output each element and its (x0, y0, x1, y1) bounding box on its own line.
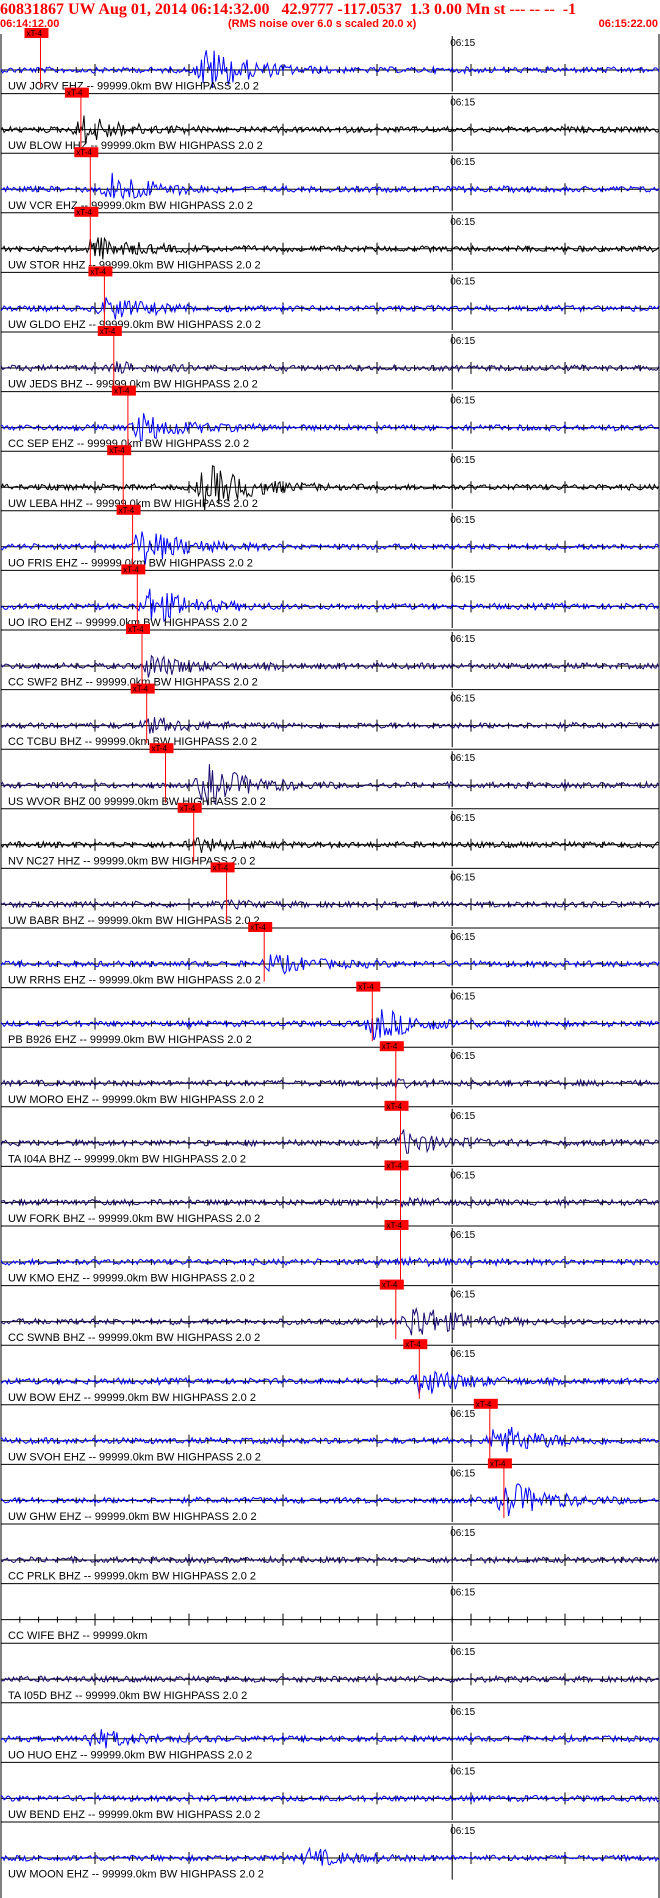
station-label: CC TCBU BHZ -- 99999.0km BW HIGHPASS 2.0… (8, 736, 257, 748)
station-label: UW BOW EHZ -- 99999.0km BW HIGHPASS 2.0 … (8, 1392, 256, 1404)
pick-label: xT-4 (476, 1400, 492, 1409)
minute-label: 06:15 (450, 1588, 475, 1599)
station-label: UW VCR EHZ -- 99999.0km BW HIGHPASS 2.0 … (8, 200, 253, 212)
minute-label: 06:15 (450, 1528, 475, 1539)
pick-label: xT-4 (26, 29, 42, 38)
minute-label: 06:15 (450, 1111, 475, 1122)
pick-label: xT-4 (250, 923, 266, 932)
minute-label: 06:15 (450, 1349, 475, 1360)
pick-label: xT-4 (387, 1102, 403, 1111)
minute-label: 06:15 (450, 813, 475, 824)
waveform-trace (0, 1129, 660, 1154)
pick-label: xT-4 (119, 506, 135, 515)
pick-label: xT-4 (114, 387, 130, 396)
minute-label: 06:15 (450, 1468, 475, 1479)
pick-label: xT-4 (128, 625, 144, 634)
minute-label: 06:15 (450, 455, 475, 466)
waveform-trace (0, 172, 660, 201)
waveform-trace (0, 1846, 660, 1866)
pick-label: xT-4 (90, 267, 106, 276)
minute-label: 06:15 (450, 1826, 475, 1837)
station-label: UW MOON EHZ -- 99999.0km BW HIGHPASS 2.0… (8, 1869, 264, 1881)
station-label: TA I05D BHZ -- 99999.0km BW HIGHPASS 2.0… (8, 1690, 247, 1702)
station-label: PB B926 EHZ -- 99999.0km BW HIGHPASS 2.0… (8, 1034, 252, 1046)
seismogram-plot: 06:15 UW JORV EHZ -- 99999.0km BW HIGHPAS… (0, 28, 660, 1898)
pick-label: xT-4 (123, 565, 139, 574)
minute-label: 06:15 (450, 1170, 475, 1181)
pick-label: xT-4 (387, 1221, 403, 1230)
station-label: UW FORK BHZ -- 99999.0km BW HIGHPASS 2.0… (8, 1213, 260, 1225)
minute-label: 06:15 (450, 1409, 475, 1420)
station-label: UW BLOW HHZ -- 99999.0km BW HIGHPASS 2.0… (8, 140, 263, 152)
minute-label: 06:15 (450, 336, 475, 347)
minute-label: 06:15 (450, 1230, 475, 1241)
pick-label: xT-4 (387, 1161, 403, 1170)
minute-label: 06:15 (450, 992, 475, 1003)
waveform-trace (0, 654, 660, 678)
station-label: UW BABR BHZ -- 99999.0km BW HIGHPASS 2.0… (8, 915, 260, 927)
minute-label: 06:15 (450, 396, 475, 407)
station-label: US WVOR BHZ 00 99999.0km BW HIGHPASS 2.0… (8, 796, 266, 808)
minute-label: 06:15 (450, 515, 475, 526)
minute-label: 06:15 (450, 217, 475, 228)
station-label: UW JORV EHZ -- 99999.0km BW HIGHPASS 2.0… (8, 81, 259, 93)
station-label: UW GHW EHZ -- 99999.0km BW HIGHPASS 2.0 … (8, 1511, 257, 1523)
pick-label: xT-4 (76, 148, 92, 157)
minute-label: 06:15 (450, 1290, 475, 1301)
station-label: UW KMO EHZ -- 99999.0km BW HIGHPASS 2.0 … (8, 1273, 255, 1285)
pick-label: xT-4 (180, 804, 196, 813)
pick-label: xT-4 (405, 1340, 421, 1349)
pick-label: xT-4 (152, 744, 168, 753)
minute-label: 06:15 (450, 872, 475, 883)
waveform-trace (0, 837, 660, 853)
minute-label: 06:15 (450, 634, 475, 645)
pick-label: xT-4 (382, 1281, 398, 1290)
minute-label: 06:15 (450, 1051, 475, 1062)
station-label: UW RRHS EHZ -- 99999.0km BW HIGHPASS 2.0… (8, 975, 261, 987)
waveform-trace (0, 1370, 660, 1395)
station-label: UW SVOH EHZ -- 99999.0km BW HIGHPASS 2.0… (8, 1451, 261, 1463)
waveform-trace (0, 1426, 660, 1453)
minute-label: 06:15 (450, 753, 475, 764)
pick-label: xT-4 (213, 863, 229, 872)
minute-label: 06:15 (450, 38, 475, 49)
minute-label: 06:15 (450, 157, 475, 168)
waveform-trace (0, 360, 660, 374)
minute-label: 06:15 (450, 1707, 475, 1718)
pick-label: xT-4 (67, 89, 83, 98)
pick-label: xT-4 (76, 208, 92, 217)
pick-label: xT-4 (100, 327, 116, 336)
station-label: CC SWNB BHZ -- 99999.0km BW HIGHPASS 2.0… (8, 1332, 260, 1344)
minute-label: 06:15 (450, 574, 475, 585)
minute-label: 06:15 (450, 932, 475, 943)
minute-label: 06:15 (450, 1647, 475, 1658)
station-label: UW GLDO EHZ -- 99999.0km BW HIGHPASS 2.0… (8, 319, 261, 331)
station-label: CC PRLK BHZ -- 99999.0km BW HIGHPASS 2.0… (8, 1571, 256, 1583)
station-label: UW STOR HHZ -- 99999.0km BW HIGHPASS 2.0… (8, 259, 261, 271)
minute-label: 06:15 (450, 276, 475, 287)
minute-label: 06:15 (450, 98, 475, 109)
pick-label: xT-4 (382, 1042, 398, 1051)
station-label: UO HUO EHZ -- 99999.0km BW HIGHPASS 2.0 … (8, 1749, 252, 1761)
station-label: UW MORO EHZ -- 99999.0km BW HIGHPASS 2.0… (8, 1094, 264, 1106)
pick-label: xT-4 (133, 685, 149, 694)
pick-label: xT-4 (109, 446, 125, 455)
station-label: CC WIFE BHZ -- 99999.0km (8, 1630, 147, 1642)
waveform-trace (0, 413, 660, 442)
station-label: UW BEND EHZ -- 99999.0km BW HIGHPASS 2.0… (8, 1809, 260, 1821)
minute-label: 06:15 (450, 694, 475, 705)
pick-label: xT-4 (358, 983, 374, 992)
minute-label: 06:15 (450, 1766, 475, 1777)
pick-label: xT-4 (490, 1459, 506, 1468)
station-label: TA I04A BHZ -- 99999.0km BW HIGHPASS 2.0… (8, 1153, 246, 1165)
